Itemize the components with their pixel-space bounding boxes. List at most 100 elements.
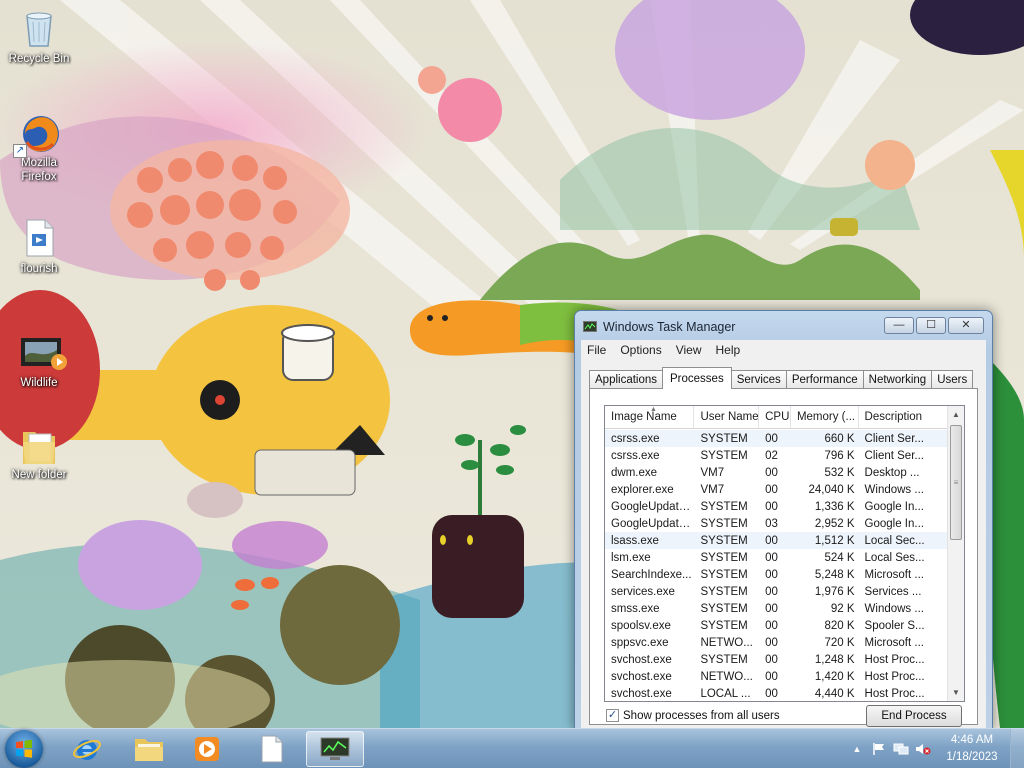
scroll-thumb[interactable]: ≡: [950, 425, 962, 540]
table-row[interactable]: spoolsv.exe SYSTEM 00 820 K Spooler S...: [605, 617, 947, 634]
cell-description: Services ...: [864, 585, 922, 598]
table-row[interactable]: lsass.exe SYSTEM 00 1,512 K Local Sec...: [605, 532, 947, 549]
menu-file[interactable]: File: [587, 343, 606, 357]
end-process-button[interactable]: End Process: [866, 705, 962, 727]
show-desktop-button[interactable]: [1010, 729, 1024, 768]
tab-networking[interactable]: Networking: [862, 370, 933, 389]
show-all-users-checkbox[interactable]: ✓: [606, 709, 619, 722]
vertical-scrollbar[interactable]: ▲ ≡ ▼: [947, 406, 964, 701]
tab-applications[interactable]: Applications: [589, 370, 664, 389]
table-row[interactable]: svchost.exe SYSTEM 00 1,248 K Host Proc.…: [605, 651, 947, 668]
taskbar-explorer[interactable]: [120, 731, 178, 767]
cell-user-name: SYSTEM: [700, 534, 748, 547]
cell-description: Spooler S...: [864, 619, 925, 632]
maximize-button[interactable]: ☐: [916, 317, 946, 334]
cell-cpu: 00: [765, 551, 778, 564]
table-row[interactable]: csrss.exe SYSTEM 00 660 K Client Ser...: [605, 430, 947, 447]
menu-view[interactable]: View: [676, 343, 702, 357]
cell-image-name: svchost.exe: [611, 670, 672, 683]
cell-memory: 2,952 K: [814, 517, 855, 530]
action-center-flag-icon[interactable]: [871, 741, 887, 757]
taskbar-internet-explorer[interactable]: [58, 731, 116, 767]
document-icon: [261, 735, 283, 763]
table-row[interactable]: explorer.exe VM7 00 24,040 K Windows ...: [605, 481, 947, 498]
table-row[interactable]: sppsvc.exe NETWO... 00 720 K Microsoft .…: [605, 634, 947, 651]
cell-image-name: dwm.exe: [611, 466, 658, 479]
cell-image-name: lsass.exe: [611, 534, 659, 547]
desktop-icon-new-folder[interactable]: New folder: [4, 424, 74, 482]
desktop-icon-wildlife[interactable]: Wildlife: [4, 332, 74, 390]
column-memory[interactable]: Memory (...: [791, 406, 859, 428]
cell-image-name: svchost.exe: [611, 653, 672, 666]
show-hidden-icons-button[interactable]: ▲: [849, 741, 865, 757]
cell-cpu: 00: [765, 568, 778, 581]
cell-cpu: 00: [765, 653, 778, 666]
cell-user-name: NETWO...: [700, 636, 753, 649]
table-row[interactable]: services.exe SYSTEM 00 1,976 K Services …: [605, 583, 947, 600]
cell-memory: 1,336 K: [814, 500, 855, 513]
cell-memory: 660 K: [824, 432, 855, 445]
cell-image-name: GoogleUpdate...: [611, 500, 695, 513]
table-row[interactable]: svchost.exe NETWO... 00 1,420 K Host Pro…: [605, 668, 947, 685]
tab-processes[interactable]: Processes: [662, 367, 732, 389]
cell-memory: 820 K: [824, 619, 855, 632]
cell-image-name: GoogleUpdate...: [611, 517, 695, 530]
minimize-button[interactable]: —: [884, 317, 914, 334]
taskbar-task-manager[interactable]: [306, 731, 364, 767]
cell-memory: 1,976 K: [814, 585, 855, 598]
column-description[interactable]: Description: [859, 406, 947, 428]
title-bar[interactable]: Windows Task Manager: [583, 317, 735, 337]
cell-cpu: 00: [765, 534, 778, 547]
desktop-icon-firefox[interactable]: ↗ Mozilla Firefox: [4, 112, 74, 184]
cell-description: Desktop ...: [864, 466, 920, 479]
tab-performance[interactable]: Performance: [785, 370, 864, 389]
cell-memory: 4,440 K: [814, 687, 855, 700]
taskbar-media-player[interactable]: [178, 731, 236, 767]
process-list[interactable]: ▲ Image Name User Name CPU Memory (... D…: [604, 405, 965, 702]
menu-help[interactable]: Help: [716, 343, 741, 357]
folder-icon: [19, 424, 59, 464]
scroll-up-arrow-icon[interactable]: ▲: [948, 406, 964, 423]
cell-description: Google In...: [864, 517, 924, 530]
close-button[interactable]: ✕: [948, 317, 984, 334]
menu-bar: File Options View Help: [581, 340, 986, 360]
cell-cpu: 03: [765, 517, 778, 530]
windows-logo-icon: [16, 739, 32, 758]
tab-services[interactable]: Services: [730, 370, 787, 389]
table-row[interactable]: lsm.exe SYSTEM 00 524 K Local Ses...: [605, 549, 947, 566]
cell-cpu: 00: [765, 432, 778, 445]
cell-memory: 92 K: [830, 602, 855, 615]
cell-description: Microsoft ...: [864, 636, 924, 649]
cell-image-name: csrss.exe: [611, 449, 660, 462]
table-row[interactable]: csrss.exe SYSTEM 02 796 K Client Ser...: [605, 447, 947, 464]
table-row[interactable]: SearchIndexe... SYSTEM 00 5,248 K Micros…: [605, 566, 947, 583]
tab-strip: Applications Processes Services Performa…: [589, 367, 974, 389]
clock[interactable]: 4:46 AM 1/18/2023: [934, 732, 1010, 766]
cell-user-name: SYSTEM: [700, 551, 748, 564]
start-button[interactable]: [5, 730, 43, 768]
taskbar-document[interactable]: [243, 731, 301, 767]
column-image-name[interactable]: ▲ Image Name: [605, 406, 695, 428]
show-all-users-option[interactable]: ✓ Show processes from all users: [606, 709, 780, 722]
cell-image-name: csrss.exe: [611, 432, 660, 445]
volume-muted-icon[interactable]: [915, 741, 931, 757]
column-label: Image Name: [611, 411, 677, 423]
desktop-icon-flourish[interactable]: flourish: [4, 218, 74, 276]
network-icon[interactable]: [893, 741, 909, 757]
scroll-down-arrow-icon[interactable]: ▼: [948, 684, 964, 701]
table-row[interactable]: dwm.exe VM7 00 532 K Desktop ...: [605, 464, 947, 481]
cell-user-name: SYSTEM: [700, 602, 748, 615]
table-row[interactable]: smss.exe SYSTEM 00 92 K Windows ...: [605, 600, 947, 617]
table-row[interactable]: svchost.exe LOCAL ... 00 4,440 K Host Pr…: [605, 685, 947, 701]
window-title: Windows Task Manager: [603, 320, 736, 334]
cell-image-name: spoolsv.exe: [611, 619, 671, 632]
desktop-icon-recycle-bin[interactable]: Recycle Bin: [4, 8, 74, 66]
table-row[interactable]: GoogleUpdate... SYSTEM 03 2,952 K Google…: [605, 515, 947, 532]
cell-image-name: smss.exe: [611, 602, 660, 615]
task-manager-window[interactable]: Windows Task Manager — ☐ ✕ File Options …: [574, 310, 993, 730]
menu-options[interactable]: Options: [620, 343, 661, 357]
column-cpu[interactable]: CPU: [759, 406, 791, 428]
tab-users[interactable]: Users: [931, 370, 974, 389]
column-user-name[interactable]: User Name: [694, 406, 760, 428]
table-row[interactable]: GoogleUpdate... SYSTEM 00 1,336 K Google…: [605, 498, 947, 515]
